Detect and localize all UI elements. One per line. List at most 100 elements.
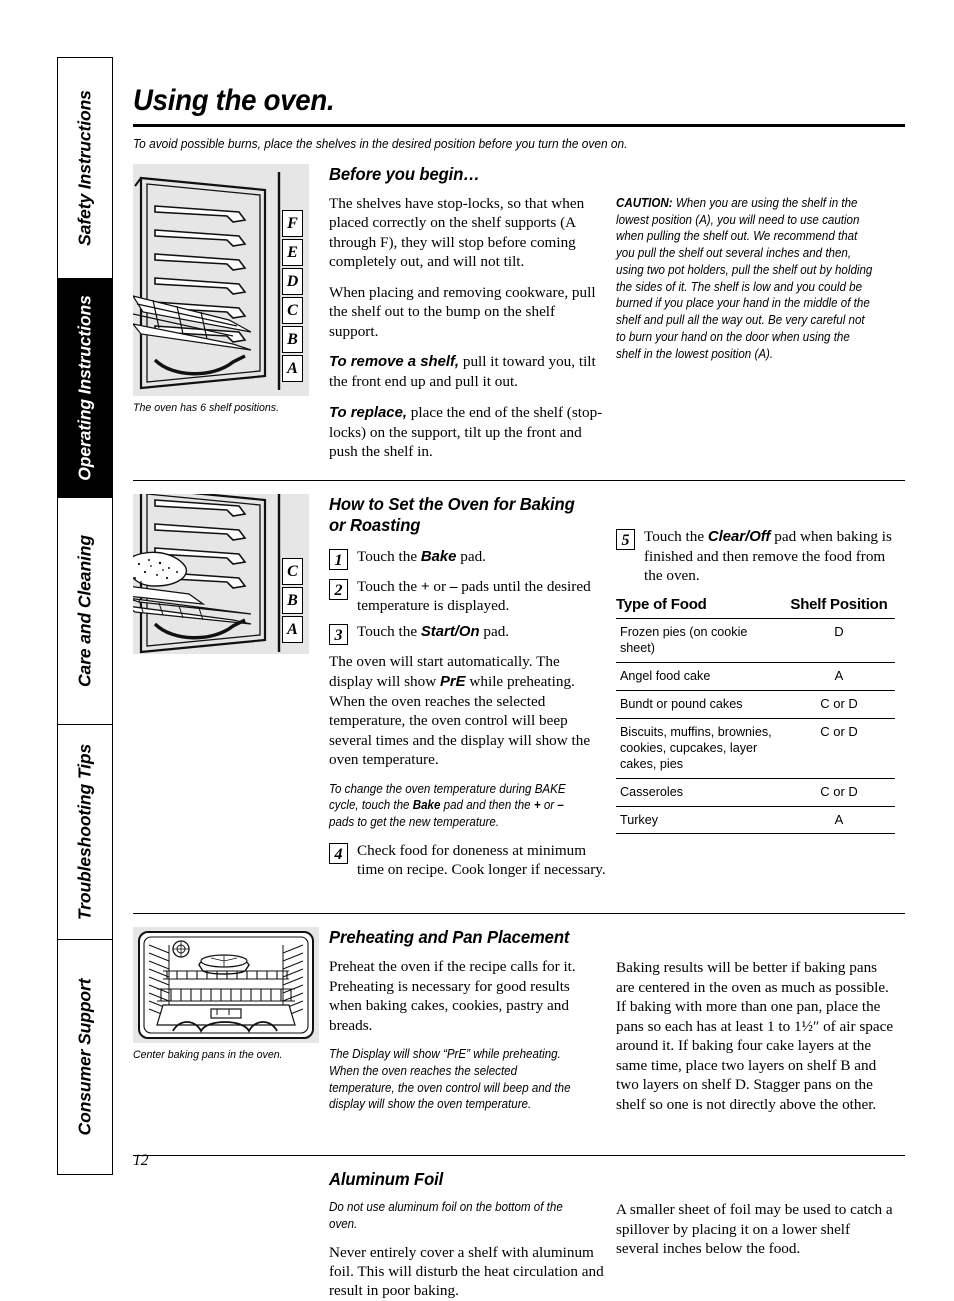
shelf-position-table: Type of Food Shelf Position Frozen pies … [616, 596, 895, 835]
shelf-letter-a: A [282, 355, 303, 382]
shelf-letter-a: A [282, 615, 303, 643]
paragraph-oven-start: The oven will start automatically. The d… [329, 652, 606, 769]
figure-caption: Center baking pans in the oven. [133, 1049, 283, 1062]
section-before-you-begin: F E D C B A The oven has 6 shelf positio… [133, 164, 905, 462]
cell-position: A [783, 806, 895, 835]
cell-position: A [783, 662, 895, 691]
sidebar-tab-operating-instructions[interactable]: Operating Instructions [57, 277, 113, 497]
center-pans-figure: Center baking pans in the oven. [133, 927, 329, 1123]
page-title: Using the oven. [133, 84, 335, 117]
cell-food: Frozen pies (on cookie sheet) [616, 618, 783, 663]
paragraph-baking-results: Baking results will be better if baking … [616, 959, 894, 1113]
paragraph-stop-locks: The shelves have stop-locks, so that whe… [329, 195, 585, 271]
replace-shelf-label: To replace, [329, 404, 407, 421]
column-header-shelf-position: Shelf Position [783, 596, 895, 620]
caution-paragraph: CAUTION: When you are using the shelf in… [616, 195, 873, 362]
pan-placement-column: Baking results will be better if baking … [616, 927, 895, 1123]
step-number: 2 [329, 578, 348, 600]
page-number: 12 [133, 1152, 149, 1169]
oven-front-view-svg [133, 927, 319, 1044]
cell-position: D [783, 618, 895, 663]
page-content: Using the oven. To avoid possible burns,… [133, 57, 905, 1301]
title-rule [133, 124, 905, 127]
baking-steps-column: How to Set the Oven for Baking or Roasti… [329, 494, 616, 887]
caution-label: CAUTION: [616, 196, 673, 210]
paragraph-remove-shelf: To remove a shelf, pull it toward you, t… [329, 352, 606, 392]
cell-position: C or D [783, 690, 895, 719]
before-you-begin-text: Before you begin… The shelves have stop-… [329, 164, 616, 462]
table-header-row: Type of Food Shelf Position [616, 596, 895, 620]
step-text: Touch the Start/On pad. [357, 623, 510, 641]
step-1: 1 Touch the Bake pad. [329, 547, 606, 570]
cell-position: C or D [783, 718, 895, 779]
step-number: 3 [329, 624, 348, 646]
table-row: Casseroles C or D [616, 778, 895, 807]
caution-text: When you are using the shelf in the lowe… [616, 196, 873, 361]
baking-table-column: 5 Touch the Clear/Off pad when baking is… [616, 494, 895, 887]
divider-after-preheating [133, 1155, 905, 1157]
sidebar-tab-troubleshooting-tips[interactable]: Troubleshooting Tips [57, 724, 113, 940]
heading-preheating-pan-placement: Preheating and Pan Placement [329, 927, 570, 948]
shelf-position-letters: F E D C B A [282, 210, 303, 384]
sidebar-tab-label: Operating Instructions [74, 294, 95, 481]
step-text: Touch the Bake pad. [357, 547, 486, 565]
shelf-letter-e: E [282, 239, 303, 266]
preheating-text-column: Preheating and Pan Placement Preheat the… [329, 927, 616, 1123]
paragraph-cookware: When placing and removing cookware, pull… [329, 283, 596, 340]
note-minus-pad: – [557, 798, 564, 813]
paragraph-never-cover-shelf: Never entirely cover a shelf with alumin… [329, 1243, 604, 1300]
note-bake-pad: Bake [412, 798, 441, 813]
step-number: 1 [329, 548, 348, 570]
divider-after-baking [133, 913, 905, 915]
step-3: 3 Touch the Start/On pad. [329, 622, 606, 646]
caution-callout: CAUTION: When you are using the shelf in… [616, 164, 895, 462]
figure-caption: The oven has 6 shelf positions. [133, 402, 280, 414]
step-2: 2 Touch the + or – pads until the desire… [329, 577, 606, 616]
oven-interior-illustration: F E D C B A [133, 164, 309, 396]
note-text-c: or [540, 798, 558, 813]
cell-food: Biscuits, muffins, brownies, cookies, cu… [616, 718, 783, 779]
step-number: 4 [329, 842, 348, 864]
step-5: 5 Touch the Clear/Off pad when baking is… [616, 527, 895, 586]
section-preheating-pan-placement: Center baking pans in the oven. Preheati… [133, 927, 905, 1123]
step-4: 4 Check food for doneness at minimum tim… [329, 841, 606, 880]
oven-front-view-illustration [133, 927, 319, 1044]
table-row: Angel food cake A [616, 662, 895, 691]
table-row: Biscuits, muffins, brownies, cookies, cu… [616, 718, 895, 779]
step-text: Check food for doneness at minimum time … [357, 841, 606, 879]
page-subtitle: To avoid possible burns, place the shelv… [133, 136, 628, 151]
note-do-not-use-foil: Do not use aluminum foil on the bottom o… [329, 1200, 563, 1231]
shelf-letter-c: C [282, 297, 303, 324]
oven-roast-illustration: C B A [133, 493, 309, 654]
paragraph-replace-shelf: To replace, place the end of the shelf (… [329, 403, 606, 462]
table-row: Frozen pies (on cookie sheet) D [616, 618, 895, 663]
remove-shelf-label: To remove a shelf, [329, 354, 460, 371]
step-text: Touch the Clear/Off pad when baking is f… [644, 527, 892, 584]
sidebar-tab-consumer-support[interactable]: Consumer Support [57, 939, 113, 1175]
display-code-pre: PrE [439, 673, 466, 690]
cell-food: Turkey [616, 806, 783, 835]
sidebar-tab-strip: Safety Instructions Operating Instructio… [57, 57, 113, 1175]
note-display-pre: The Display will show “PrE” while prehea… [329, 1047, 571, 1112]
heading-how-to-set-oven: How to Set the Oven for Baking or Roasti… [329, 493, 575, 535]
section-baking-roasting: C B A How to Set the Oven for Baking or … [133, 493, 905, 887]
paragraph-preheat: Preheat the oven if the recipe calls for… [329, 958, 576, 1034]
note-text-b: pad and then the [440, 798, 534, 813]
step-text: Touch the + or – pads until the desired … [357, 577, 591, 614]
cell-food: Angel food cake [616, 662, 783, 691]
table-body: Frozen pies (on cookie sheet) D Angel fo… [616, 618, 895, 835]
sidebar-tab-label: Care and Cleaning [74, 535, 95, 688]
shelf-letter-d: D [282, 268, 303, 295]
sidebar-tab-safety-instructions[interactable]: Safety Instructions [57, 57, 113, 278]
shelf-letter-c: C [282, 557, 303, 585]
sidebar-tab-label: Troubleshooting Tips [74, 744, 95, 921]
sidebar-tab-label: Safety Instructions [74, 90, 95, 246]
column-header-type-of-food: Type of Food [616, 596, 783, 620]
cell-food: Casseroles [616, 778, 783, 807]
heading-before-you-begin: Before you begin… [329, 164, 480, 184]
sidebar-tab-care-and-cleaning[interactable]: Care and Cleaning [57, 496, 113, 725]
divider-after-before-you-begin [133, 479, 905, 481]
oven-baking-figure: C B A [133, 493, 329, 887]
cell-food: Bundt or pound cakes [616, 690, 783, 719]
oven-shelf-positions-figure: F E D C B A The oven has 6 shelf positio… [133, 164, 329, 462]
